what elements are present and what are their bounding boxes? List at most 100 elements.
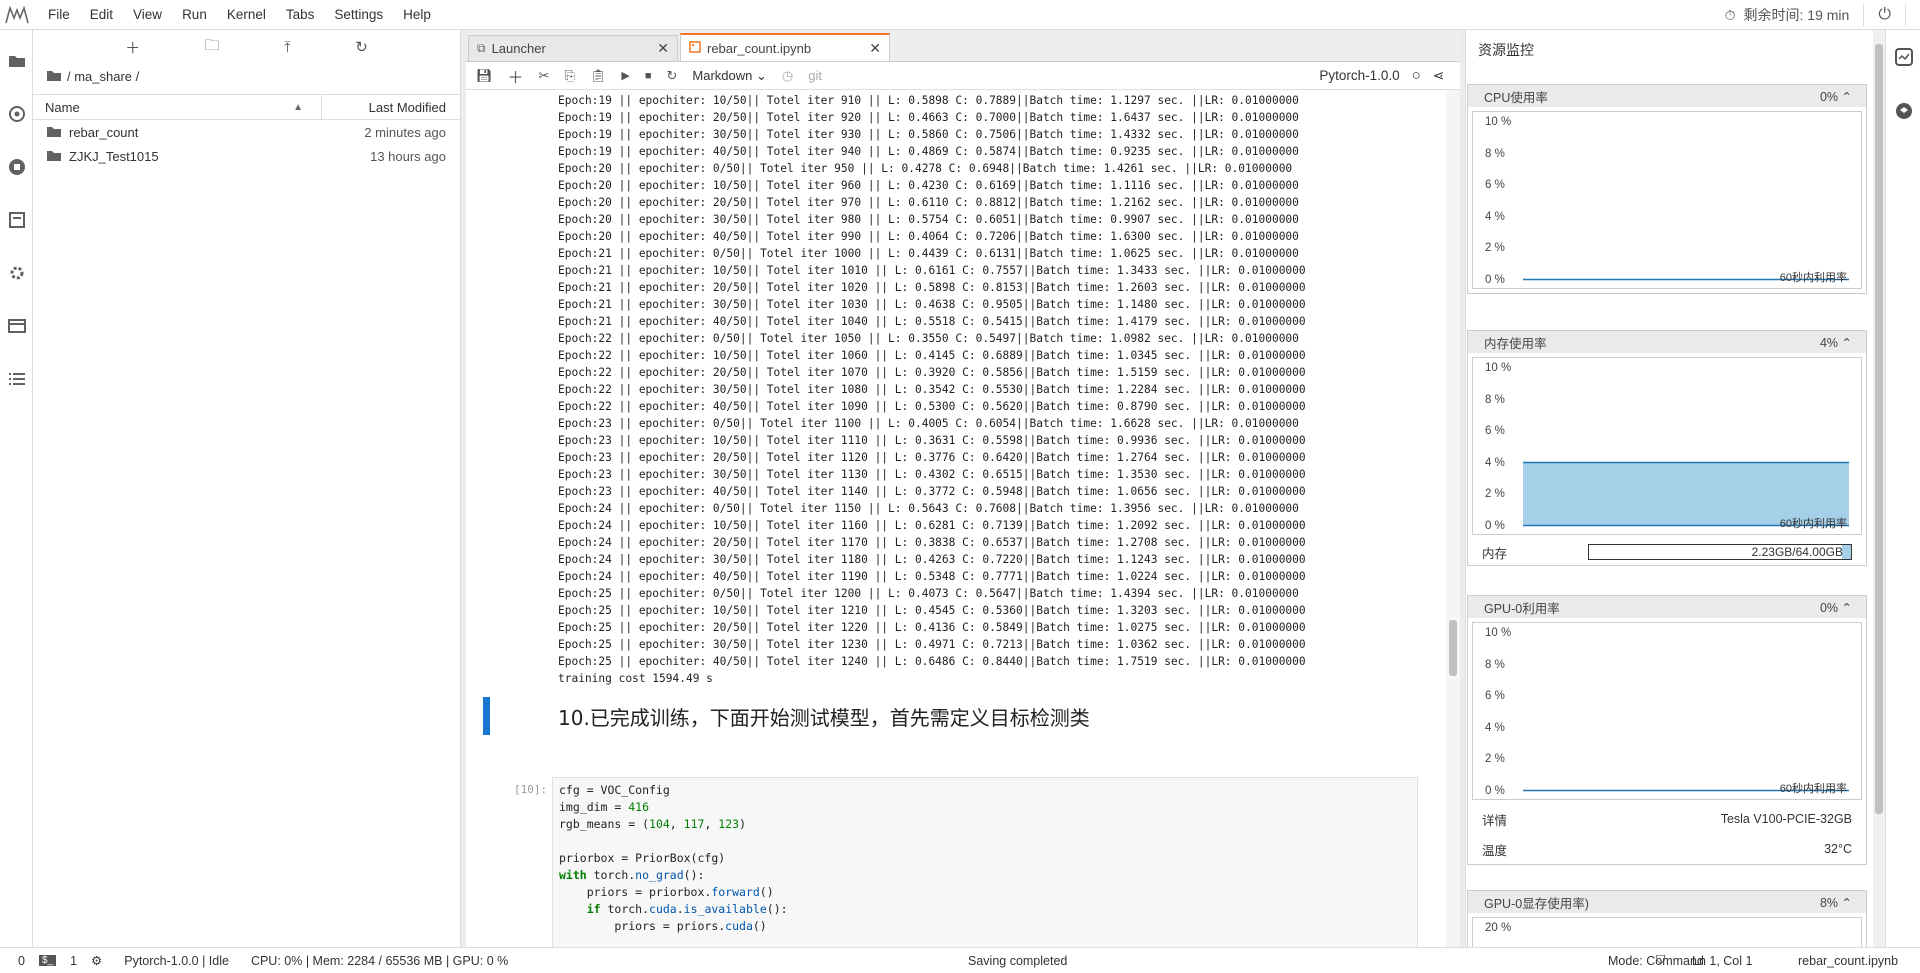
menu-item-view[interactable]: View (123, 0, 172, 30)
monitor-scrollbar[interactable] (1873, 30, 1885, 947)
property-inspector-icon[interactable] (1886, 84, 1920, 138)
gpu-memory-monitor: GPU-0显存使用率) 8% ⌃ 20 % (1467, 890, 1867, 957)
menu-item-file[interactable]: File (38, 0, 80, 30)
output-line: Epoch:19 || epochiter: 10/50|| Totel ite… (558, 94, 1299, 107)
menu-item-tabs[interactable]: Tabs (276, 0, 325, 30)
main-area: ⧉ Launcher ✕ rebar_count.ipynb ✕ 💾︎ ＋ ✂ ⎘… (466, 30, 1460, 947)
commands-icon[interactable] (0, 193, 33, 246)
kernel-name[interactable]: Pytorch-1.0.0 (1319, 68, 1399, 83)
menu-item-settings[interactable]: Settings (324, 0, 393, 30)
output-line: Epoch:21 || epochiter: 0/50|| Totel iter… (558, 247, 1299, 260)
stop-icon[interactable]: ■ (645, 70, 652, 82)
collapse-icon[interactable]: ⌃ (1842, 90, 1852, 104)
notebook-scrollbar[interactable] (1446, 90, 1460, 947)
gpu-monitor: GPU-0利用率 0% ⌃ 10 % 8 % 6 % 4 % 2 % 0 % 60秒内利用率 … (1467, 595, 1867, 865)
tabs-icon[interactable] (0, 299, 33, 352)
refresh-icon[interactable]: ↻ (355, 38, 368, 56)
file-name[interactable]: ZJKJ_Test1015 (69, 149, 159, 164)
code-cell-editor[interactable]: cfg = VOC_Config img_dim = 416 rgb_means… (552, 777, 1418, 947)
output-line: Epoch:21 || epochiter: 40/50|| Totel ite… (558, 315, 1306, 328)
mem-label: 内存使用率 (1484, 336, 1547, 351)
sort-arrow-icon[interactable]: ▲ (293, 102, 303, 113)
topbar-right: ⏱ 剩余时间: 19 min ⏻ (1725, 0, 1912, 30)
terminal-icon[interactable]: $_ (38, 955, 57, 966)
cpu-monitor: CPU使用率 0% ⌃ 10 % 8 % 6 % 4 % 2 % 0 % 60秒内利用率 (1467, 84, 1867, 294)
output-line: Epoch:22 || epochiter: 10/50|| Totel ite… (558, 349, 1306, 362)
resource-monitor-title: 资源监控 (1478, 42, 1534, 58)
output-line: Epoch:23 || epochiter: 20/50|| Totel ite… (558, 451, 1306, 464)
memory-bar-row: 内存 2.23GB/64.00GB (1468, 539, 1866, 565)
output-line: Epoch:25 || epochiter: 20/50|| Totel ite… (558, 621, 1306, 634)
markdown-heading[interactable]: 10.已完成训练，下面开始测试模型，首先需定义目标检测类 (558, 702, 1090, 731)
output-line: Epoch:23 || epochiter: 30/50|| Totel ite… (558, 468, 1306, 481)
output-line: Epoch:19 || epochiter: 30/50|| Totel ite… (558, 128, 1299, 141)
paste-icon[interactable]: 📋︎ (590, 68, 607, 84)
close-icon[interactable]: ✕ (657, 40, 669, 57)
run-icon[interactable]: ▶ (621, 69, 629, 82)
kernel-status[interactable]: Pytorch-1.0.0 | Idle (124, 954, 229, 968)
tab-notebook[interactable]: rebar_count.ipynb ✕ (680, 33, 890, 61)
new-folder-icon[interactable]: 🗀 (205, 35, 220, 60)
git-label[interactable]: git (808, 68, 822, 83)
folder-icon[interactable] (0, 34, 33, 87)
toc-list-icon[interactable] (0, 352, 33, 405)
jupyter-logo-icon[interactable] (2, 0, 32, 30)
settings-gear-icon[interactable] (0, 246, 33, 299)
terminal-count[interactable]: 0 (18, 954, 25, 968)
close-icon[interactable]: ✕ (869, 40, 881, 57)
folder-icon (47, 69, 61, 84)
power-icon[interactable]: ⏻ (1878, 6, 1891, 24)
chart-footer: 60秒内利用率 (1779, 272, 1847, 284)
menu-item-kernel[interactable]: Kernel (217, 0, 276, 30)
save-icon[interactable]: 💾︎ (476, 68, 493, 84)
file-row[interactable]: ZJKJ_Test1015 13 hours ago (33, 144, 460, 168)
restart-icon[interactable]: ↻ (666, 68, 677, 84)
file-name[interactable]: rebar_count (69, 125, 138, 140)
status-bar: 0 $_ 1 ⚙ Pytorch-1.0.0 | Idle CPU: 0% | … (0, 947, 1920, 973)
git-icon[interactable] (0, 87, 33, 140)
collapse-icon[interactable]: ⌃ (1842, 601, 1852, 615)
launcher-icon: ⧉ (477, 41, 486, 55)
file-row[interactable]: rebar_count 2 minutes ago (33, 120, 460, 144)
tab-label: Launcher (491, 41, 546, 56)
copy-icon[interactable]: ⎘ (564, 68, 574, 84)
usage-line (1523, 461, 1849, 527)
output-line: Epoch:22 || epochiter: 30/50|| Totel ite… (558, 383, 1306, 396)
collapse-icon[interactable]: ⌃ (1842, 896, 1852, 910)
output-line: Epoch:20 || epochiter: 30/50|| Totel ite… (558, 213, 1299, 226)
cpu-label: CPU使用率 (1484, 90, 1548, 105)
new-launcher-icon[interactable]: ＋ (125, 37, 140, 58)
breadcrumb[interactable]: / ma_share / (33, 64, 460, 88)
cursor-position[interactable]: Ln 1, Col 1 (1692, 954, 1752, 968)
monitor-icon[interactable] (1886, 30, 1920, 84)
output-line: Epoch:23 || epochiter: 0/50|| Totel iter… (558, 417, 1299, 430)
breadcrumb-path[interactable]: / ma_share / (67, 69, 139, 84)
output-line: Epoch:19 || epochiter: 20/50|| Totel ite… (558, 111, 1299, 124)
kernel-count[interactable]: 1 (70, 954, 77, 968)
share-icon[interactable]: ⋖ (1433, 68, 1444, 84)
history-icon[interactable]: ◷ (782, 68, 793, 84)
menu-item-help[interactable]: Help (393, 0, 441, 30)
modified-column-header[interactable]: Last Modified (322, 100, 460, 115)
kernel-status-icon: ○ (1411, 67, 1421, 84)
cut-icon[interactable]: ✂ (539, 68, 550, 84)
tab-launcher[interactable]: ⧉ Launcher ✕ (468, 35, 678, 61)
kernel-gear-icon[interactable]: ⚙ (91, 953, 102, 968)
gpu-detail-label: 详情 (1482, 813, 1508, 828)
upload-icon[interactable]: ⤒ (284, 39, 291, 56)
output-line: Epoch:24 || epochiter: 40/50|| Totel ite… (558, 570, 1306, 583)
running-stop-icon[interactable] (0, 140, 33, 193)
gpu-detail-row: 详情 Tesla V100-PCIE-32GB (1468, 804, 1866, 834)
folder-icon (47, 149, 61, 164)
collapse-icon[interactable]: ⌃ (1842, 336, 1852, 350)
output-line: Epoch:24 || epochiter: 0/50|| Totel iter… (558, 502, 1299, 515)
cell-type-select[interactable]: Markdown ⌄ (692, 68, 766, 84)
insert-cell-icon[interactable]: ＋ (508, 64, 524, 88)
menu-item-run[interactable]: Run (172, 0, 217, 30)
gpu-value: 0% (1819, 600, 1839, 615)
active-cell-indicator (483, 697, 490, 735)
menu-item-edit[interactable]: Edit (80, 0, 123, 30)
output-line: Epoch:21 || epochiter: 20/50|| Totel ite… (558, 281, 1306, 294)
name-column-header[interactable]: Name (45, 100, 80, 115)
left-activity-bar (0, 30, 33, 947)
